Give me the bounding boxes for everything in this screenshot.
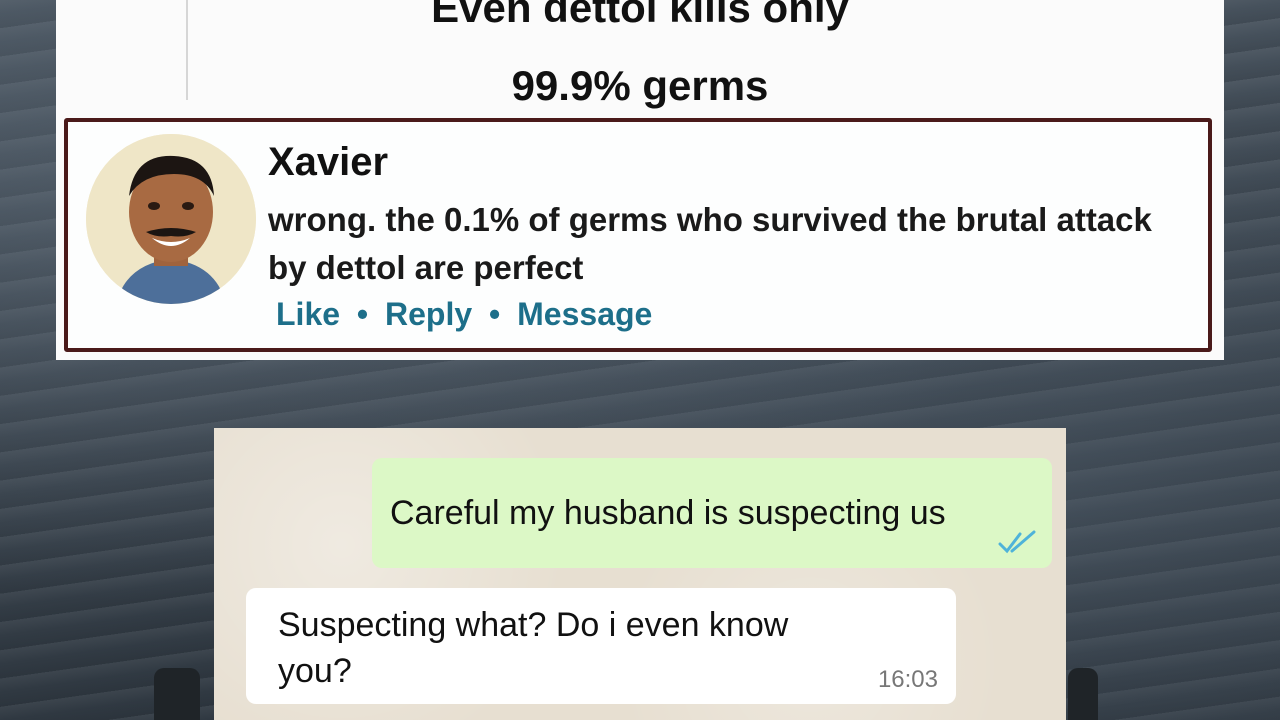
incoming-message-text: Suspecting what? Do i even know you?: [278, 606, 789, 690]
background-stand-right: [1068, 668, 1098, 720]
double-check-icon: [998, 530, 1036, 554]
background-stand-left: [154, 668, 200, 720]
commenter-name[interactable]: Xavier: [268, 140, 388, 185]
separator-dot: •: [489, 296, 501, 332]
message-timestamp: 16:03: [877, 666, 938, 693]
outgoing-message-text: Careful my husband is suspecting us: [390, 494, 946, 532]
commenter-avatar[interactable]: [86, 134, 256, 304]
message-link[interactable]: Message: [517, 296, 652, 332]
reply-link[interactable]: Reply: [385, 296, 472, 332]
comment-actions: Like • Reply • Message: [276, 296, 652, 333]
comment: Xavier wrong. the 0.1% of germs who surv…: [64, 118, 1212, 352]
user-avatar-icon: [86, 134, 256, 304]
outgoing-message-bubble[interactable]: Careful my husband is suspecting us: [372, 458, 1052, 568]
chat-screenshot: Careful my husband is suspecting us Susp…: [214, 428, 1066, 720]
post-text-line-2: 99.9% germs: [511, 62, 769, 109]
like-link[interactable]: Like: [276, 296, 340, 332]
facebook-post-card: Even dettol kills only 99.9% germs Xavie…: [56, 0, 1224, 360]
incoming-message-bubble[interactable]: Suspecting what? Do i even know you? 16:…: [246, 588, 956, 704]
separator-dot: •: [356, 296, 369, 332]
post-text-line-1: Even dettol kills only: [431, 0, 849, 31]
comment-text: wrong. the 0.1% of germs who survived th…: [268, 201, 1152, 286]
